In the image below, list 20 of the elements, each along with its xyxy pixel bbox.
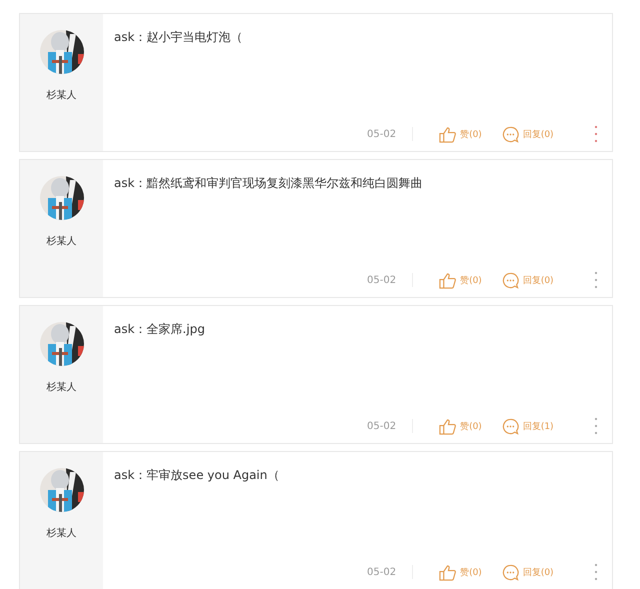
- comment-date: 05-02: [367, 128, 396, 140]
- reply-button[interactable]: 回复(0): [502, 272, 554, 288]
- comment-text: ask：牢审放see you Again（: [114, 467, 280, 484]
- username[interactable]: 杉某人: [46, 526, 76, 540]
- like-button[interactable]: 赞(0): [439, 126, 482, 142]
- reply-button[interactable]: 回复(0): [502, 564, 554, 580]
- reply-button[interactable]: 回复(0): [502, 126, 554, 142]
- username[interactable]: 杉某人: [46, 380, 76, 394]
- comment-date: 05-02: [367, 566, 396, 578]
- reply-button[interactable]: 回复(1): [502, 418, 554, 434]
- comment-date: 05-02: [367, 420, 396, 432]
- like-button[interactable]: 赞(0): [439, 418, 482, 434]
- comment-date: 05-02: [367, 274, 396, 286]
- like-button[interactable]: 赞(0): [439, 272, 482, 288]
- like-button[interactable]: 赞(0): [439, 564, 482, 580]
- username[interactable]: 杉某人: [46, 88, 76, 102]
- comment-text: ask：全家席.jpg: [114, 321, 206, 338]
- comment-text: ask：黯然纸鸢和审判官现场复刻漆黑华尔兹和纯白圆舞曲: [114, 175, 424, 192]
- username[interactable]: 杉某人: [46, 234, 76, 248]
- comment-text: ask：赵小宇当电灯泡（: [114, 29, 244, 46]
